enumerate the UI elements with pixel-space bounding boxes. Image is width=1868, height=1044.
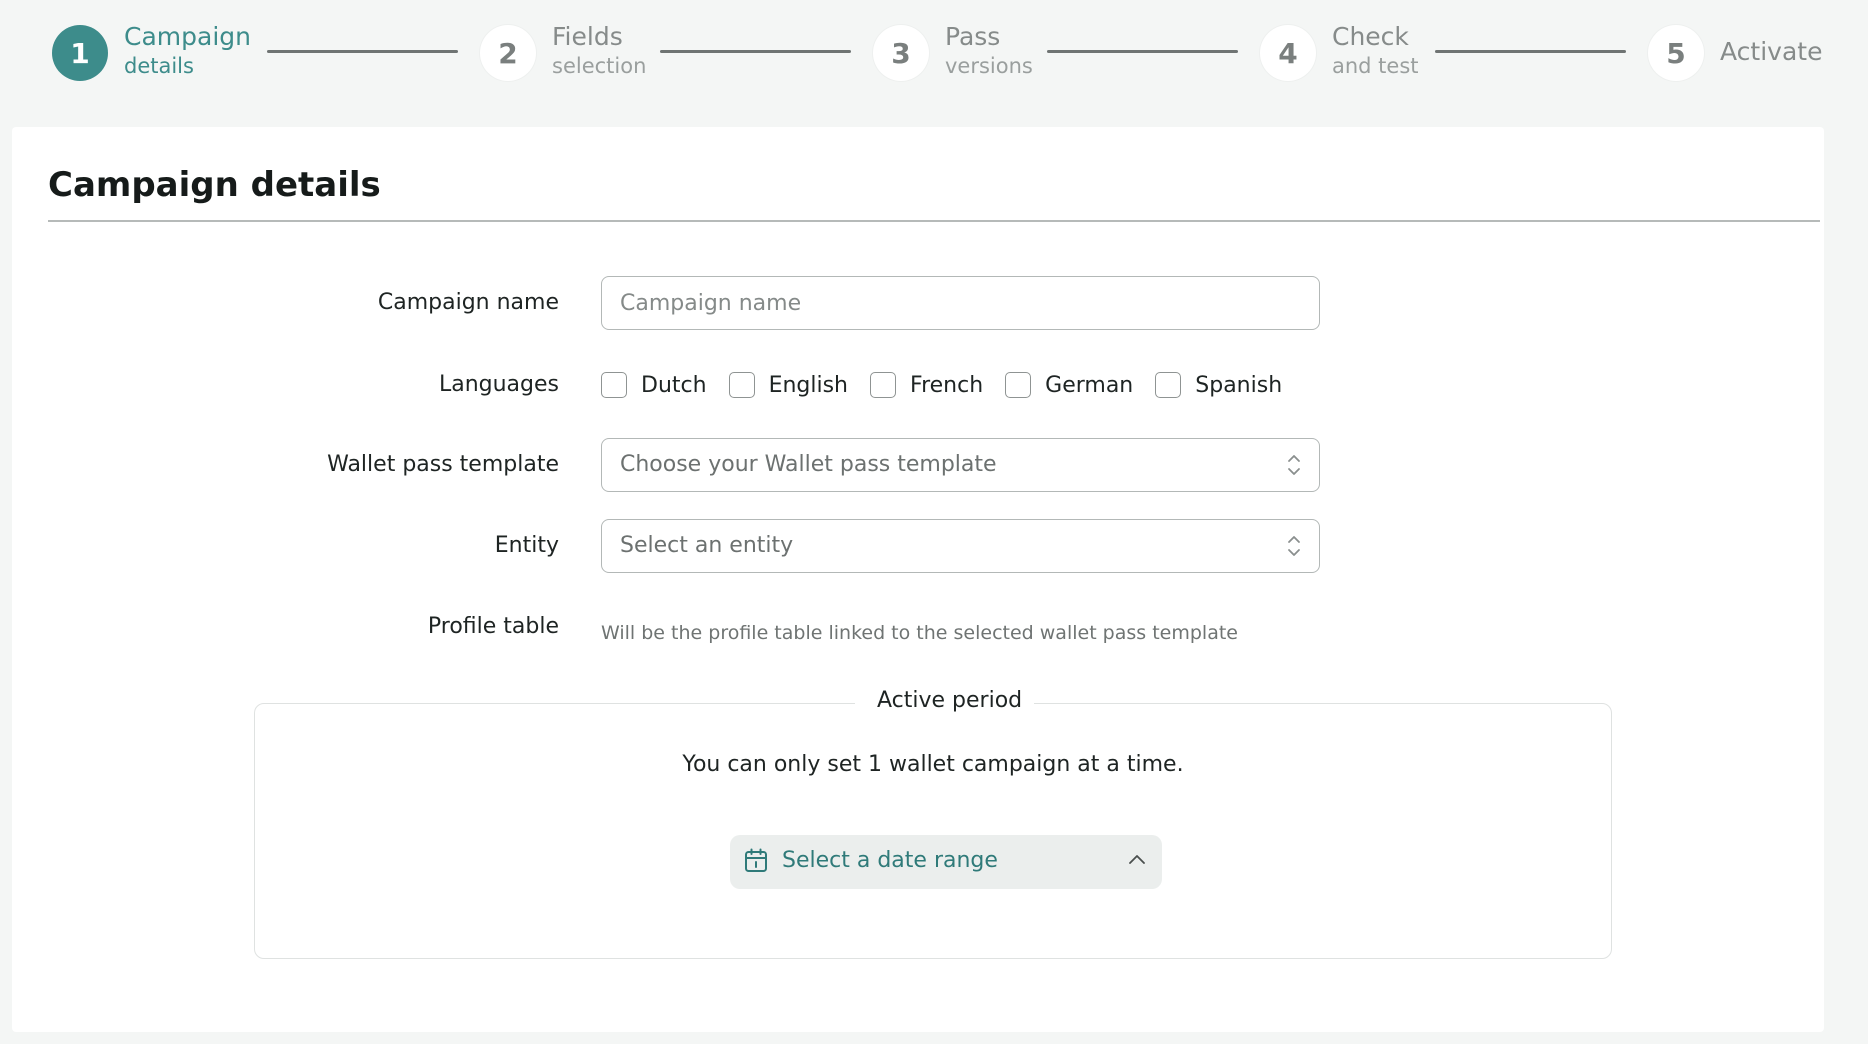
step-3-circle[interactable]: 3: [873, 25, 929, 81]
step-3-number: 3: [891, 36, 911, 70]
wallet-template-label: Wallet pass template: [327, 452, 559, 477]
campaign-name-label: Campaign name: [377, 290, 559, 315]
step-5-title[interactable]: Activate: [1720, 37, 1822, 67]
entity-select[interactable]: Select an entity: [601, 519, 1320, 573]
page-title: Campaign details: [48, 165, 381, 205]
campaign-details-card: Campaign details Campaign name Languages…: [12, 127, 1824, 1032]
german-label: German: [1045, 372, 1134, 398]
language-option-dutch[interactable]: Dutch: [601, 372, 707, 398]
step-connector-4: [1435, 50, 1626, 53]
step-1-number: 1: [70, 36, 90, 70]
step-1-title[interactable]: Campaign: [124, 22, 251, 52]
step-connector-2: [660, 50, 851, 53]
title-divider: [48, 220, 1820, 222]
step-3-title[interactable]: Pass: [945, 22, 1000, 52]
step-5-number: 5: [1666, 36, 1686, 70]
chevron-up-icon: [1129, 855, 1145, 864]
updown-arrows-icon: [1288, 536, 1300, 556]
profile-table-label: Profile table: [427, 614, 559, 639]
active-period-note: You can only set 1 wallet campaign at a …: [682, 752, 1184, 777]
step-4-circle[interactable]: 4: [1260, 25, 1316, 81]
step-connector-1: [267, 50, 458, 53]
step-2-circle[interactable]: 2: [480, 25, 536, 81]
profile-table-helper: Will be the profile table linked to the …: [601, 622, 1238, 644]
date-range-button[interactable]: Select a date range: [730, 835, 1162, 889]
step-4-subtitle: and test: [1332, 54, 1419, 78]
step-4-title[interactable]: Check: [1332, 22, 1409, 52]
languages-checkbox-group: Dutch English French German Spanish: [601, 369, 1304, 401]
wallet-template-placeholder: Choose your Wallet pass template: [620, 452, 997, 477]
active-period-legend: Active period: [855, 688, 1034, 713]
step-5-circle[interactable]: 5: [1648, 25, 1704, 81]
language-option-spanish[interactable]: Spanish: [1155, 372, 1282, 398]
step-3-subtitle: versions: [945, 54, 1033, 78]
calendar-icon: [745, 848, 767, 872]
step-connector-3: [1047, 50, 1238, 53]
step-4-number: 4: [1278, 36, 1298, 70]
language-option-english[interactable]: English: [728, 372, 849, 398]
language-option-german[interactable]: German: [1005, 372, 1133, 398]
french-checkbox[interactable]: [870, 372, 897, 398]
active-period-fieldset: Active period You can only set 1 wallet …: [254, 688, 1612, 959]
campaign-stepper: 1 Campaign details 2 Fields selection 3 …: [0, 0, 1868, 104]
step-1-subtitle: details: [124, 54, 194, 78]
english-label: English: [768, 372, 849, 398]
dutch-label: Dutch: [641, 372, 707, 398]
step-2-number: 2: [498, 36, 518, 70]
german-checkbox[interactable]: [1005, 372, 1032, 398]
updown-arrows-icon: [1288, 455, 1300, 475]
campaign-name-input[interactable]: [601, 276, 1320, 330]
french-label: French: [910, 372, 984, 398]
entity-placeholder: Select an entity: [620, 533, 794, 558]
spanish-checkbox[interactable]: [1155, 372, 1182, 398]
spanish-label: Spanish: [1195, 372, 1283, 398]
step-2-subtitle: selection: [552, 54, 647, 78]
english-checkbox[interactable]: [728, 372, 755, 398]
wallet-template-select[interactable]: Choose your Wallet pass template: [601, 438, 1320, 492]
dutch-checkbox[interactable]: [601, 372, 627, 398]
language-option-french[interactable]: French: [870, 372, 983, 398]
entity-label: Entity: [494, 533, 559, 558]
languages-label: Languages: [438, 372, 559, 397]
date-range-label: Select a date range: [782, 848, 998, 873]
step-1-circle[interactable]: 1: [52, 25, 108, 81]
step-2-title[interactable]: Fields: [552, 22, 623, 52]
